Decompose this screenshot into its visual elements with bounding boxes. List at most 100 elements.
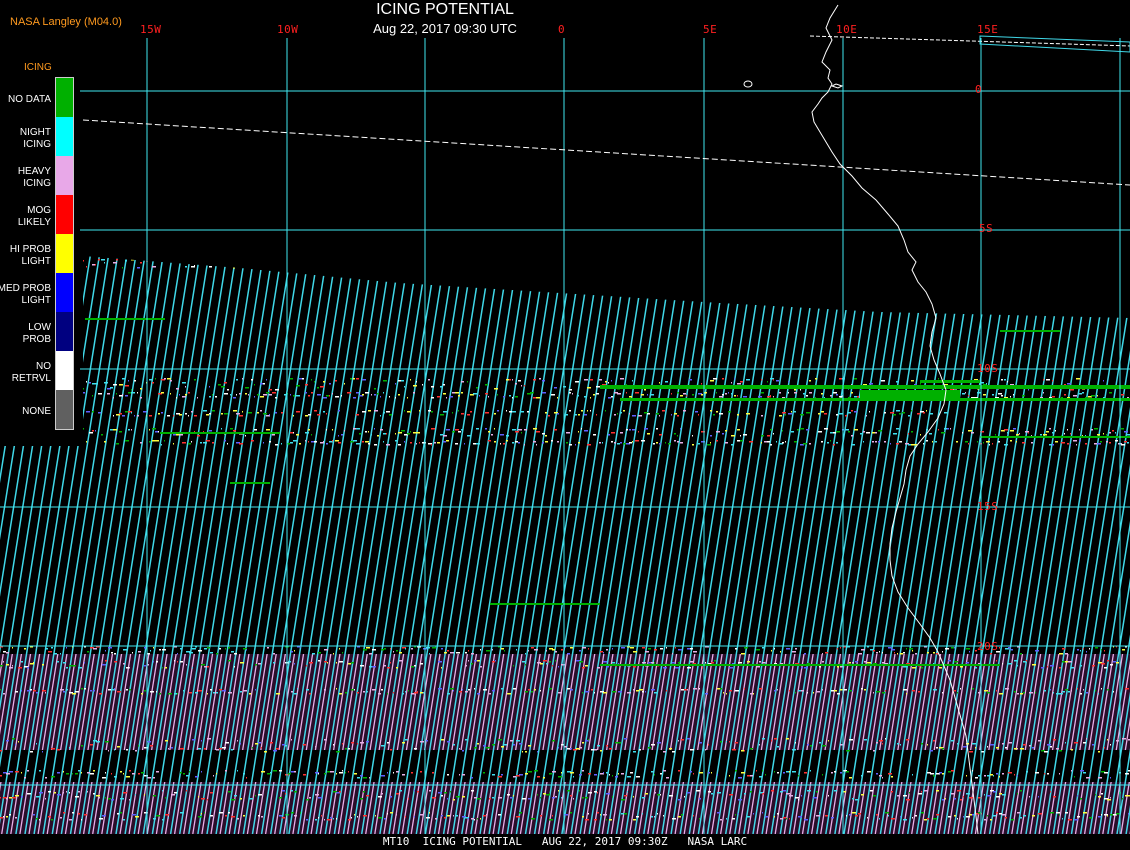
noise-pixel xyxy=(570,812,572,814)
noise-pixel xyxy=(317,387,319,389)
noise-pixel xyxy=(153,818,156,820)
noise-pixel xyxy=(606,819,607,821)
noise-pixel xyxy=(441,739,444,741)
noise-pixel xyxy=(951,740,954,742)
noise-pixel xyxy=(480,666,482,668)
noise-pixel xyxy=(861,794,864,796)
noise-pixel xyxy=(204,666,207,668)
noise-pixel xyxy=(552,815,553,817)
noise-pixel xyxy=(357,743,358,745)
noise-pixel xyxy=(440,386,443,388)
noise-pixel xyxy=(585,665,588,667)
noise-pixel xyxy=(488,431,490,433)
noise-pixel xyxy=(468,650,469,652)
noise-pixel xyxy=(902,412,905,414)
noise-pixel xyxy=(729,667,733,669)
noise-pixel xyxy=(168,693,172,695)
noise-pixel xyxy=(629,429,631,431)
noise-pixel xyxy=(513,795,514,797)
noise-pixel xyxy=(515,383,517,385)
noise-pixel xyxy=(471,653,474,655)
noise-pixel xyxy=(581,428,582,430)
noise-pixel xyxy=(587,410,588,412)
noise-pixel xyxy=(575,381,579,383)
noise-pixel xyxy=(756,649,760,651)
noise-pixel xyxy=(143,411,147,413)
noise-pixel xyxy=(213,793,214,795)
noise-pixel xyxy=(831,817,834,819)
noise-pixel xyxy=(12,665,13,667)
noise-pixel xyxy=(66,689,68,691)
noise-pixel xyxy=(305,415,308,417)
noise-pixel xyxy=(114,653,116,655)
noise-pixel xyxy=(288,661,291,663)
noise-pixel xyxy=(591,689,593,691)
noise-pixel xyxy=(342,652,343,654)
noise-pixel xyxy=(126,667,129,669)
noise-pixel xyxy=(1059,814,1060,816)
noise-pixel xyxy=(540,815,542,817)
noise-pixel xyxy=(909,648,913,650)
noise-pixel xyxy=(191,411,193,413)
noise-pixel xyxy=(525,691,528,693)
noise-pixel xyxy=(726,741,727,743)
noise-pixel xyxy=(875,441,877,443)
lon-label-0: 0 xyxy=(558,23,566,36)
noise-pixel xyxy=(924,790,928,792)
noise-pixel xyxy=(249,798,253,800)
noise-pixel xyxy=(192,648,196,650)
noise-pixel xyxy=(324,819,325,821)
noise-pixel xyxy=(869,383,873,385)
noise-pixel xyxy=(48,791,51,793)
noise-pixel xyxy=(108,750,109,752)
noise-pixel xyxy=(996,690,997,692)
noise-pixel xyxy=(782,430,783,432)
noise-pixel xyxy=(993,791,996,793)
noise-pixel xyxy=(141,693,143,695)
noise-pixel xyxy=(657,742,661,744)
noise-pixel xyxy=(212,394,213,396)
noise-pixel xyxy=(1047,744,1051,746)
noise-pixel xyxy=(314,441,317,443)
noise-pixel xyxy=(632,415,636,417)
noise-pixel xyxy=(92,395,93,397)
noise-pixel xyxy=(390,662,391,664)
noise-pixel xyxy=(582,692,583,694)
noise-pixel xyxy=(792,771,796,773)
noise-pixel xyxy=(117,691,121,693)
noise-pixel xyxy=(585,691,589,693)
noise-pixel xyxy=(119,413,122,415)
noise-pixel xyxy=(950,428,951,430)
noise-pixel xyxy=(870,790,873,792)
noise-pixel xyxy=(269,389,272,391)
noise-pixel xyxy=(380,396,381,398)
noise-pixel xyxy=(1044,690,1046,692)
noise-pixel xyxy=(384,648,386,650)
noise-pixel xyxy=(942,692,943,694)
lat-label-20s: 20S xyxy=(977,640,999,653)
noise-pixel xyxy=(363,691,365,693)
noise-pixel xyxy=(315,746,316,748)
noise-pixel xyxy=(1046,379,1050,381)
noise-pixel xyxy=(177,693,178,695)
noise-pixel xyxy=(1076,378,1080,380)
noise-pixel xyxy=(105,741,109,743)
noise-pixel xyxy=(720,819,722,821)
noise-pixel xyxy=(633,819,636,821)
noise-pixel xyxy=(228,812,230,814)
noise-pixel xyxy=(339,693,342,695)
noise-pixel xyxy=(617,393,621,395)
noise-pixel xyxy=(299,443,301,445)
noise-pixel xyxy=(201,664,205,666)
noise-pixel xyxy=(1038,740,1041,742)
page-title: ICING POTENTIAL xyxy=(376,1,514,18)
noise-pixel xyxy=(782,412,786,414)
noise-pixel xyxy=(948,816,951,818)
noise-pixel xyxy=(324,661,327,663)
noise-pixel xyxy=(440,434,443,436)
noise-pixel xyxy=(290,432,293,434)
noise-pixel xyxy=(822,653,823,655)
noise-pixel xyxy=(419,410,420,412)
noise-pixel xyxy=(293,440,297,442)
noise-pixel xyxy=(647,394,648,396)
